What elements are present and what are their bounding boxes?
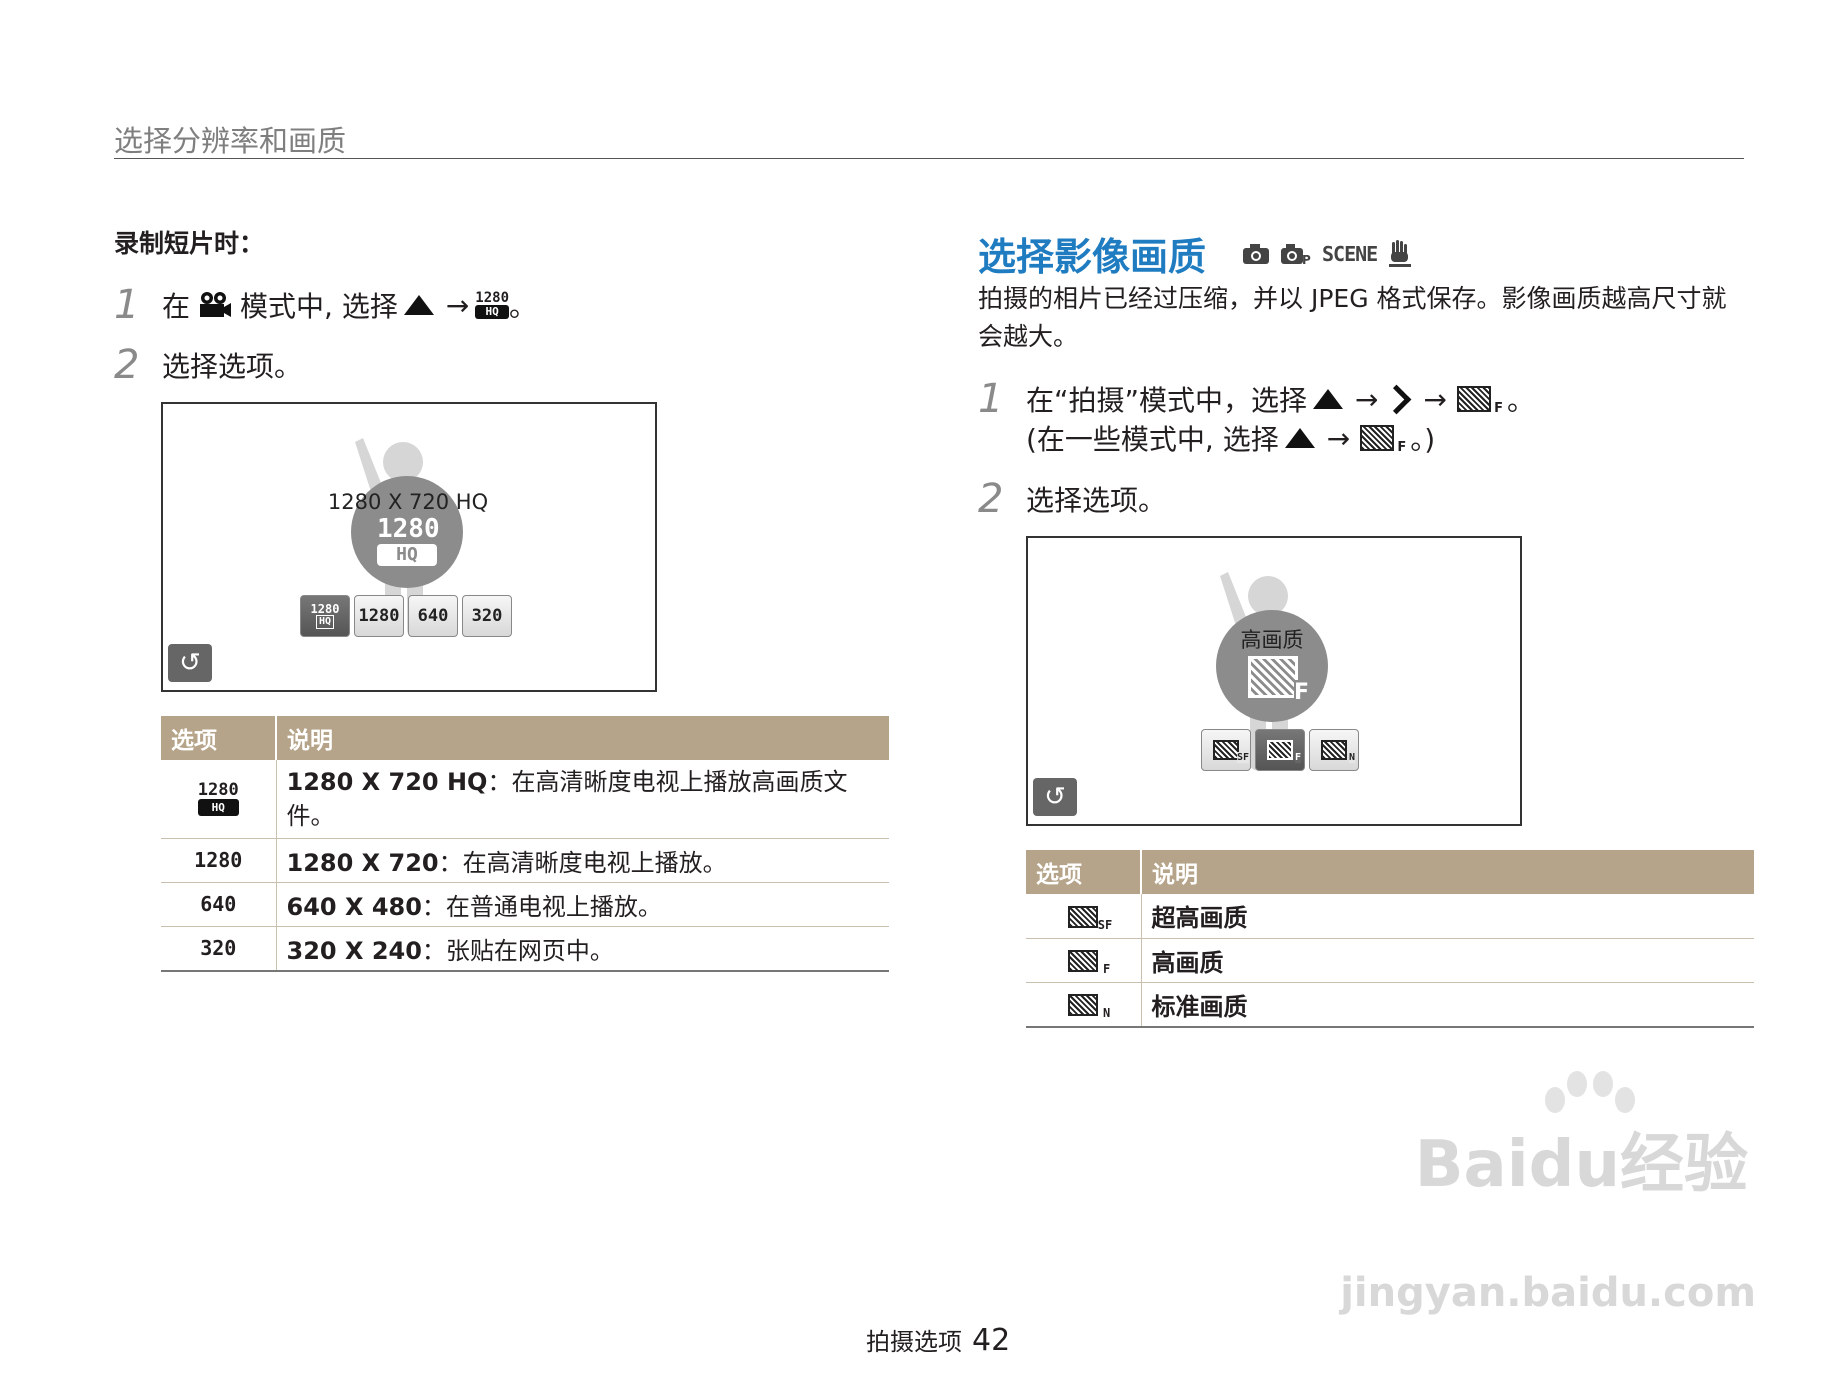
page-number: 42 xyxy=(972,1323,1011,1358)
table-row: N 标准画质 xyxy=(1026,982,1754,1028)
left-step-2: 2 选择选项。 xyxy=(114,342,302,388)
row-title: 640 X 480 xyxy=(286,892,422,921)
chevron-right-icon xyxy=(1382,384,1412,414)
step-text-pre: 在 xyxy=(162,290,191,323)
step-text-end: 。) xyxy=(1410,423,1436,456)
footer-section: 拍摄选项 xyxy=(866,1328,962,1356)
table-row: 1280 1280 X 720：在高清晰度电视上播放。 xyxy=(161,838,889,883)
up-triangle-icon xyxy=(403,295,434,315)
option-640[interactable]: 640 xyxy=(408,595,458,637)
table-header-option: 选项 xyxy=(161,716,277,760)
right-step-1: 1 在“拍摄”模式中，选择 → → F 。 xyxy=(978,376,1535,422)
row-title: 1280 X 720 HQ xyxy=(286,767,488,796)
mode-icons: P SCENE xyxy=(1242,239,1413,268)
row-desc: 超高画质 xyxy=(1141,894,1754,939)
table-row: 640 640 X 480：在普通电视上播放。 xyxy=(161,882,889,927)
page-footer: 拍摄选项 42 xyxy=(866,1322,1010,1358)
right-camera-screen: 高画质 F SF F N ↺ xyxy=(1026,536,1522,826)
table-row: F 高画质 xyxy=(1026,938,1754,983)
intro-paragraph: 拍摄的相片已经过压缩，并以 JPEG 格式保存。影像画质越高尺寸就会越大。 xyxy=(978,284,1727,351)
arrow: → xyxy=(445,288,470,322)
up-triangle-icon xyxy=(1313,389,1344,409)
option-320[interactable]: 320 xyxy=(462,595,512,637)
step-text-mid: 模式中, 选择 xyxy=(240,290,398,323)
page-header-title: 选择分辨率和画质 xyxy=(114,124,347,158)
resolution-label: 1280 X 720 HQ xyxy=(327,490,489,514)
big-quality-fine-icon: F xyxy=(1248,656,1309,705)
step-text-end: 。 xyxy=(509,290,538,323)
row-desc: 标准画质 xyxy=(1141,982,1754,1028)
smart-camera-icon: P xyxy=(1281,243,1311,265)
quality-super-fine-icon: SF xyxy=(1026,894,1142,939)
step-text: 选择选项。 xyxy=(1026,484,1167,517)
watermark-logo: Baidu经验 xyxy=(1415,1071,1748,1200)
table-header-option: 选项 xyxy=(1026,850,1142,894)
1280-hq-icon: 1280 HQ xyxy=(161,760,277,839)
row-title: 320 X 240 xyxy=(286,936,422,965)
step-text: 选择选项。 xyxy=(162,350,303,383)
row-desc: 高画质 xyxy=(1141,938,1754,983)
row-desc: ：在普通电视上播放。 xyxy=(421,892,662,921)
arrow: → xyxy=(1355,382,1379,416)
header-rule xyxy=(114,158,1744,159)
table-row: SF 超高画质 xyxy=(1026,894,1754,939)
option-1280-hq[interactable]: 1280 HQ xyxy=(300,595,350,637)
step-number: 2 xyxy=(114,342,140,388)
paw-icon xyxy=(1544,1071,1635,1113)
right-options-table: 选项 说明 SF 超高画质 F 高画质 N 标准画质 xyxy=(1026,850,1754,1028)
dual-is-icon xyxy=(1389,239,1412,267)
step-text-pre: (在一些模式中, 选择 xyxy=(1026,423,1279,456)
table-header-description: 说明 xyxy=(276,716,889,760)
quality-normal-icon: N xyxy=(1026,982,1142,1028)
right-title-row: 选择影像画质 P SCENE xyxy=(978,226,1413,281)
big-icon-top: 1280 xyxy=(377,514,440,544)
row-desc: ：在高清晰度电视上播放。 xyxy=(438,848,727,877)
left-options-table: 选项 说明 1280 HQ 1280 X 720 HQ：在高清晰度电视上播放高画质… xyxy=(161,716,889,972)
svg-text:P: P xyxy=(1302,253,1311,265)
option-fine[interactable]: F xyxy=(1255,729,1305,771)
320-icon: 320 xyxy=(161,926,277,972)
quality-fine-icon: F xyxy=(1360,425,1407,455)
section-title: 选择影像画质 xyxy=(978,235,1207,279)
quality-label: 高画质 xyxy=(1240,628,1304,652)
640-icon: 640 xyxy=(161,882,277,927)
1280-hq-icon: 1280 HQ xyxy=(475,290,510,319)
arrow: → xyxy=(1423,382,1447,416)
option-super-fine[interactable]: SF xyxy=(1201,729,1251,771)
right-step-2: 2 选择选项。 xyxy=(978,476,1166,522)
watermark-url: jingyan.baidu.com xyxy=(1340,1270,1756,1316)
option-1280[interactable]: 1280 xyxy=(354,595,404,637)
right-step-1-line2: (在一些模式中, 选择 → F 。) xyxy=(1026,418,1435,458)
left-subheading: 录制短片时： xyxy=(114,229,265,258)
step-number: 2 xyxy=(978,476,1004,522)
left-step-1: 1 在 模式中, 选择 → 1280 HQ 。 xyxy=(114,282,537,328)
camera-icon xyxy=(1243,243,1270,264)
step-number: 1 xyxy=(978,376,1004,422)
back-button[interactable]: ↺ xyxy=(1033,778,1077,816)
quality-fine-icon: F xyxy=(1456,386,1503,416)
step-text-end: 。 xyxy=(1506,384,1535,417)
scene-icon: SCENE xyxy=(1322,241,1378,266)
quality-fine-icon: F xyxy=(1026,938,1142,983)
row-desc: ：张贴在网页中。 xyxy=(421,936,614,965)
table-row: 1280 HQ 1280 X 720 HQ：在高清晰度电视上播放高画质文件。 xyxy=(161,760,889,839)
table-row: 320 320 X 240：张贴在网页中。 xyxy=(161,926,889,972)
movie-camera-icon xyxy=(198,291,232,319)
back-button[interactable]: ↺ xyxy=(168,644,212,682)
step-number: 1 xyxy=(114,282,140,328)
up-triangle-icon xyxy=(1284,428,1315,448)
1280-icon: 1280 xyxy=(161,838,277,883)
option-normal[interactable]: N xyxy=(1309,729,1359,771)
left-camera-screen: 1280 X 720 HQ 1280 HQ 1280 HQ 1280 640 32… xyxy=(161,402,657,692)
row-title: 1280 X 720 xyxy=(286,848,439,877)
big-icon-bottom: HQ xyxy=(377,544,437,566)
arrow: → xyxy=(1326,421,1351,455)
step-text-pre: 在“拍摄”模式中，选择 xyxy=(1026,384,1308,417)
table-header-description: 说明 xyxy=(1141,850,1754,894)
big-1280-icon: 1280 HQ xyxy=(377,514,440,566)
